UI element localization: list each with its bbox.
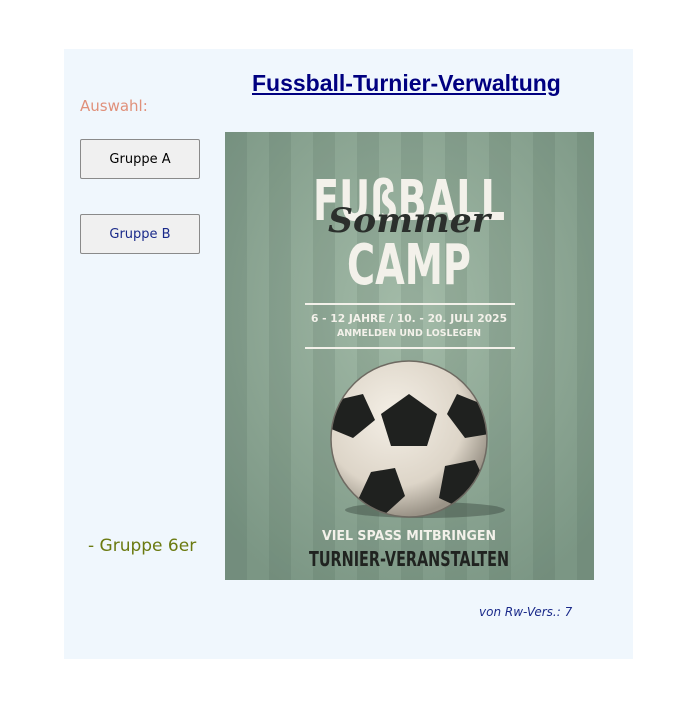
selection-label: Auswahl: [80, 97, 148, 115]
poster-bottom-line1: VIEL SPASS MITBRINGEN [322, 529, 496, 544]
group-a-button[interactable]: Gruppe A [80, 139, 200, 179]
poster-title-line2: CAMP [347, 233, 471, 298]
group-6er-text: - Gruppe 6er [88, 536, 197, 556]
camp-poster-image: FUßBALL Sommer CAMP 6 - 12 JAHRE / 10. -… [225, 132, 594, 580]
soccer-ball-icon [330, 360, 488, 518]
group-b-button[interactable]: Gruppe B [80, 214, 200, 254]
version-text: von Rw-Vers.: 7 [479, 605, 573, 619]
poster-info-line2: ANMELDEN UND LOSLEGEN [337, 328, 481, 339]
page-title: Fussball-Turnier-Verwaltung [252, 70, 561, 96]
poster-bottom-line2: TURNIER-VERANSTALTEN [309, 547, 509, 571]
poster-info-line1: 6 - 12 JAHRE / 10. - 20. JULI 2025 [311, 312, 507, 325]
